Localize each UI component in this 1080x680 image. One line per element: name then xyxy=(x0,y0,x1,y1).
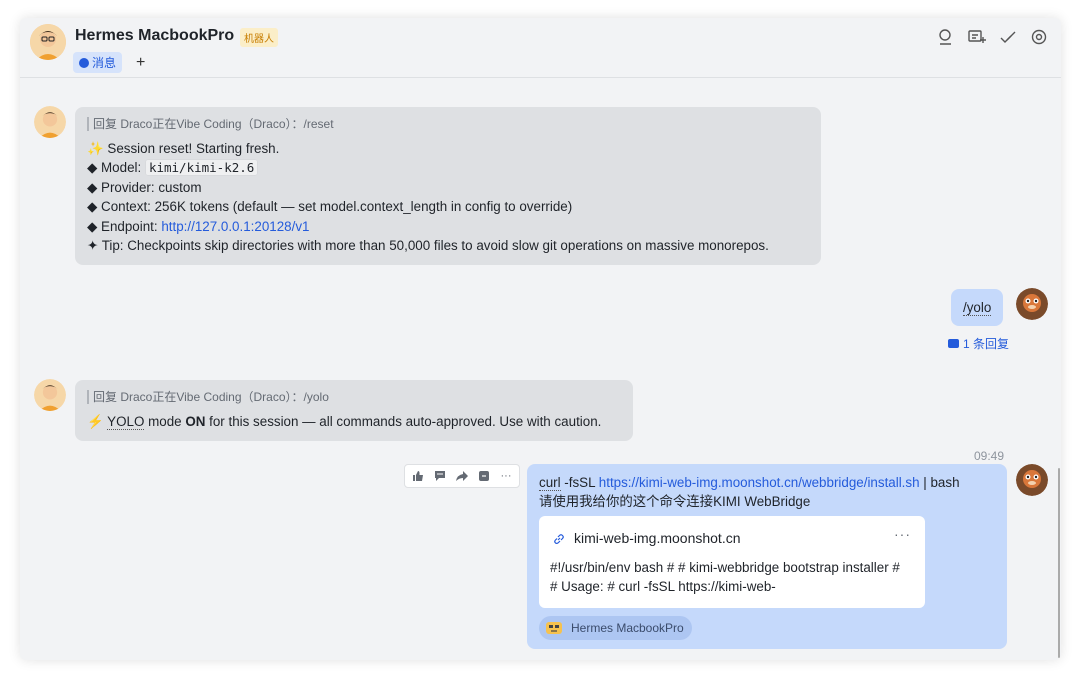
message-line: ◆ Context: 256K tokens (default — set mo… xyxy=(87,199,573,215)
tab-messages[interactable]: 消息 xyxy=(73,52,123,73)
message-icon xyxy=(79,57,89,68)
user-avatar[interactable] xyxy=(1016,464,1048,496)
message-line: ◆ Model: kimi/kimi-k2.6 xyxy=(87,158,809,177)
message-text: /yolo xyxy=(963,300,992,316)
chat-window: Hermes MacbookPro 机器人 消息 + 回复 Draco正在Vib… xyxy=(20,18,1061,660)
scrollbar[interactable] xyxy=(1058,468,1060,658)
link-preview-title[interactable]: kimi-web-img.moonshot.cn xyxy=(574,530,741,546)
forward-icon[interactable] xyxy=(451,465,473,487)
reply-quote[interactable]: 回复 Draco正在Vibe Coding（Draco）：/yolo xyxy=(87,390,621,404)
bot-badge: 机器人 xyxy=(240,28,278,47)
message-line: ◆ Provider: custom xyxy=(87,179,202,195)
search-icon[interactable] xyxy=(937,28,955,46)
reply-count-link[interactable]: 1 条回复 xyxy=(948,335,1009,352)
reply-icon[interactable] xyxy=(473,465,495,487)
message-bubble[interactable]: /yolo xyxy=(951,289,1004,327)
link-icon xyxy=(554,534,564,544)
bot-emoji-icon xyxy=(546,622,562,634)
message-line: ✨ Session reset! Starting fresh. xyxy=(87,141,280,156)
message-time: 09:49 xyxy=(974,449,1005,463)
bot-avatar[interactable] xyxy=(30,24,66,60)
message-list[interactable]: 回复 Draco正在Vibe Coding（Draco）：/reset ✨ Se… xyxy=(20,78,1061,660)
bot-source-chip[interactable]: Hermes MacbookPro xyxy=(539,616,692,640)
message-line: ⚡ YOLO mode ON for this session — all co… xyxy=(87,414,602,430)
message-bubble[interactable]: 回复 Draco正在Vibe Coding（Draco）：/reset ✨ Se… xyxy=(75,107,821,266)
reply-quote[interactable]: 回复 Draco正在Vibe Coding（Draco）：/reset xyxy=(87,117,809,131)
settings-icon[interactable] xyxy=(1030,28,1048,46)
add-chat-icon[interactable] xyxy=(968,28,986,46)
card-more-icon[interactable]: ··· xyxy=(894,526,911,542)
message-line: ✦ Tip: Checkpoints skip directories with… xyxy=(87,238,769,254)
inline-code: kimi/kimi-k2.6 xyxy=(144,159,259,177)
message-bubble[interactable]: 回复 Draco正在Vibe Coding（Draco）：/yolo ⚡ YOL… xyxy=(75,380,633,442)
thumbs-up-icon[interactable] xyxy=(407,465,429,487)
endpoint-link[interactable]: http://127.0.0.1:20128/v1 xyxy=(161,219,309,234)
chat-title: Hermes MacbookPro xyxy=(75,27,235,44)
thread-icon xyxy=(948,339,959,348)
tab-messages-label: 消息 xyxy=(92,56,117,70)
message-line: ◆ Endpoint: http://127.0.0.1:20128/v1 xyxy=(87,218,310,234)
link-preview-card[interactable]: kimi-web-img.moonshot.cn ··· #!/usr/bin/… xyxy=(539,516,925,608)
sparkles-icon: ✨ xyxy=(87,141,104,156)
done-icon[interactable] xyxy=(999,28,1017,46)
bot-avatar[interactable] xyxy=(34,379,66,411)
link-preview-body: #!/usr/bin/env bash # # kimi-webbridge b… xyxy=(550,560,900,595)
message-text: curl -fsSL https://kimi-web-img.moonshot… xyxy=(539,475,960,510)
more-icon[interactable]: ··· xyxy=(495,465,517,487)
chat-header: Hermes MacbookPro 机器人 消息 + xyxy=(20,18,1061,78)
lightning-icon: ⚡ xyxy=(87,414,104,429)
bot-avatar[interactable] xyxy=(34,106,66,138)
install-script-link[interactable]: https://kimi-web-img.moonshot.cn/webbrid… xyxy=(599,475,920,490)
add-tab-button[interactable]: + xyxy=(136,52,145,73)
message-actions-toolbar: ··· xyxy=(404,464,520,488)
user-avatar[interactable] xyxy=(1016,288,1048,320)
comment-icon[interactable] xyxy=(429,465,451,487)
